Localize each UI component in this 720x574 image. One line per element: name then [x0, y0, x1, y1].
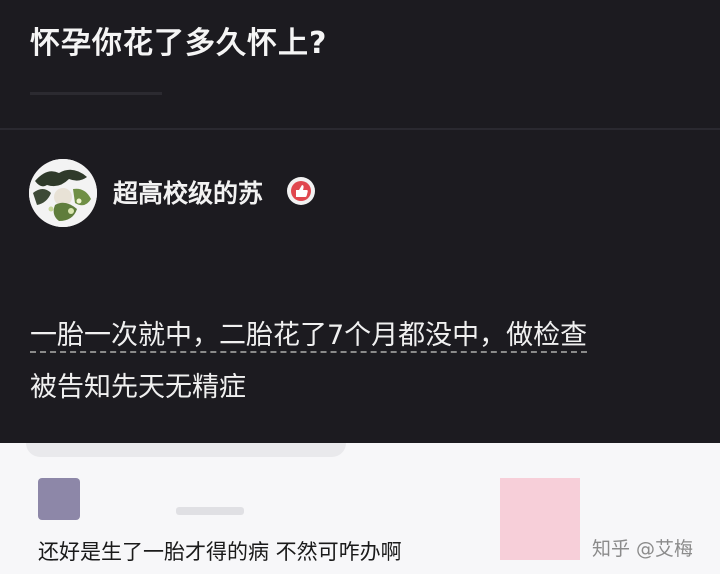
comment-text: 还好是生了一胎才得的病 不然可咋办啊	[38, 540, 402, 564]
commenter-name-blur	[176, 507, 244, 515]
reply-bubble	[26, 443, 346, 457]
avatar-image	[29, 159, 97, 227]
answer-line-1-text: 一胎一次就中，二胎花了7个月都没中，做检查	[30, 320, 588, 353]
author-name[interactable]: 超高校级的苏	[113, 174, 263, 210]
thumbs-up-badge-icon	[287, 177, 315, 205]
answer-body: 一胎一次就中，二胎花了7个月都没中，做检查 被告知先天无精症	[30, 310, 690, 414]
commenter-avatar[interactable]	[38, 478, 80, 520]
author-avatar[interactable]	[29, 159, 97, 227]
title-underline	[30, 92, 162, 95]
question-title[interactable]: 怀孕你花了多久怀上?	[30, 18, 327, 62]
answer-line-1: 一胎一次就中，二胎花了7个月都没中，做检查	[30, 310, 690, 362]
answer-card: 怀孕你花了多久怀上? 超高校级的苏 一胎一次就中，二胎花了7个月都没中，做检查 …	[0, 0, 720, 443]
watermark: 知乎 @艾梅	[592, 538, 694, 560]
answer-line-2: 被告知先天无精症	[30, 372, 246, 403]
sticker-blur	[500, 478, 580, 560]
divider	[0, 128, 720, 130]
